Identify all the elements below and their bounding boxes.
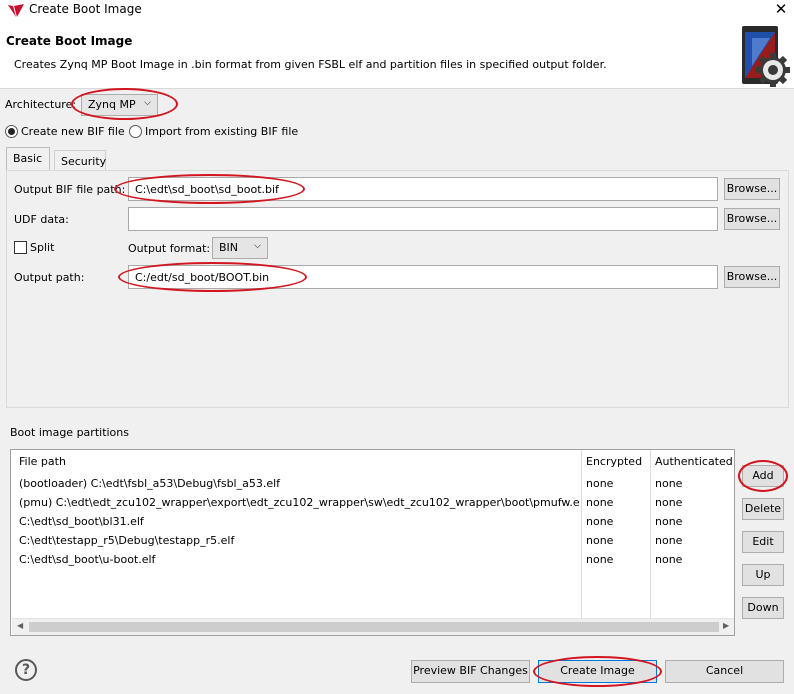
- close-icon[interactable]: ✕: [772, 0, 790, 18]
- output-bif-value: C:\edt\sd_boot\sd_boot.bif: [135, 183, 279, 196]
- boot-image-gear-icon: [742, 26, 790, 87]
- move-up-button[interactable]: Up: [742, 564, 784, 586]
- edit-partition-button[interactable]: Edit: [742, 531, 784, 553]
- window-title: Create Boot Image: [29, 2, 142, 16]
- scroll-right-icon[interactable]: ▶: [723, 621, 729, 630]
- browse-bif-button[interactable]: Browse...: [724, 178, 780, 200]
- browse-output-button[interactable]: Browse...: [724, 266, 780, 288]
- title-bar: Create Boot Image ✕: [0, 0, 794, 21]
- chevron-down-icon: ⌵: [144, 98, 151, 108]
- architecture-label: Architecture:: [5, 98, 77, 111]
- tab-basic[interactable]: Basic: [6, 147, 50, 171]
- import-bif-label[interactable]: Import from existing BIF file: [145, 125, 298, 138]
- column-header-file-path[interactable]: File path: [19, 455, 66, 468]
- table-row[interactable]: (bootloader) C:\edt\fsbl_a53\Debug\fsbl_…: [11, 477, 734, 495]
- create-image-button[interactable]: Create Image: [538, 660, 657, 683]
- delete-partition-button[interactable]: Delete: [742, 498, 784, 520]
- import-bif-radio[interactable]: [129, 125, 142, 138]
- udf-field[interactable]: [128, 207, 718, 231]
- help-icon[interactable]: ?: [15, 659, 37, 681]
- partitions-table: File path Encrypted Authenticated (bootl…: [10, 449, 735, 636]
- preview-bif-button[interactable]: Preview BIF Changes: [411, 660, 530, 683]
- page-title: Create Boot Image: [6, 34, 133, 48]
- split-label: Split: [30, 241, 55, 254]
- column-header-encrypted[interactable]: Encrypted: [586, 455, 642, 468]
- output-path-value: C:/edt/sd_boot/BOOT.bin: [135, 271, 270, 284]
- create-new-bif-radio[interactable]: [5, 125, 18, 138]
- browse-udf-button[interactable]: Browse...: [724, 208, 780, 230]
- output-format-label: Output format:: [128, 242, 211, 255]
- table-row[interactable]: C:\edt\sd_boot\bl31.elf none none: [11, 515, 734, 533]
- table-row[interactable]: C:\edt\sd_boot\u-boot.elf none none: [11, 553, 734, 571]
- output-format-value: BIN: [219, 241, 239, 254]
- output-path-label: Output path:: [14, 271, 85, 284]
- output-path-field[interactable]: C:/edt/sd_boot/BOOT.bin: [128, 265, 718, 289]
- partitions-label: Boot image partitions: [10, 426, 129, 439]
- tab-security[interactable]: Security: [54, 150, 106, 171]
- output-format-select[interactable]: BIN ⌵: [212, 237, 268, 259]
- architecture-select[interactable]: Zynq MP ⌵: [81, 94, 158, 116]
- output-bif-field[interactable]: C:\edt\sd_boot\sd_boot.bif: [128, 177, 718, 201]
- chevron-down-icon: ⌵: [254, 241, 261, 251]
- app-logo-icon: [8, 4, 24, 17]
- add-partition-button[interactable]: Add: [742, 465, 784, 487]
- basic-tab-panel: [6, 170, 789, 408]
- table-row[interactable]: C:\edt\testapp_r5\Debug\testapp_r5.elf n…: [11, 534, 734, 552]
- architecture-value: Zynq MP: [88, 98, 136, 111]
- page-description: Creates Zynq MP Boot Image in .bin forma…: [14, 58, 607, 71]
- create-new-bif-label[interactable]: Create new BIF file: [21, 125, 125, 138]
- split-checkbox[interactable]: [14, 241, 27, 254]
- scrollbar-thumb[interactable]: [29, 622, 719, 632]
- output-bif-label: Output BIF file path:: [14, 183, 126, 196]
- cancel-button[interactable]: Cancel: [665, 660, 784, 683]
- udf-label: UDF data:: [14, 213, 69, 226]
- wizard-header: Create Boot Image Creates Zynq MP Boot I…: [0, 21, 794, 89]
- column-header-authenticated[interactable]: Authenticated: [655, 455, 733, 468]
- horizontal-scrollbar[interactable]: ◀ ▶: [12, 618, 734, 635]
- table-row[interactable]: (pmu) C:\edt\edt_zcu102_wrapper\export\e…: [11, 496, 734, 514]
- scroll-left-icon[interactable]: ◀: [17, 621, 23, 630]
- move-down-button[interactable]: Down: [742, 597, 784, 619]
